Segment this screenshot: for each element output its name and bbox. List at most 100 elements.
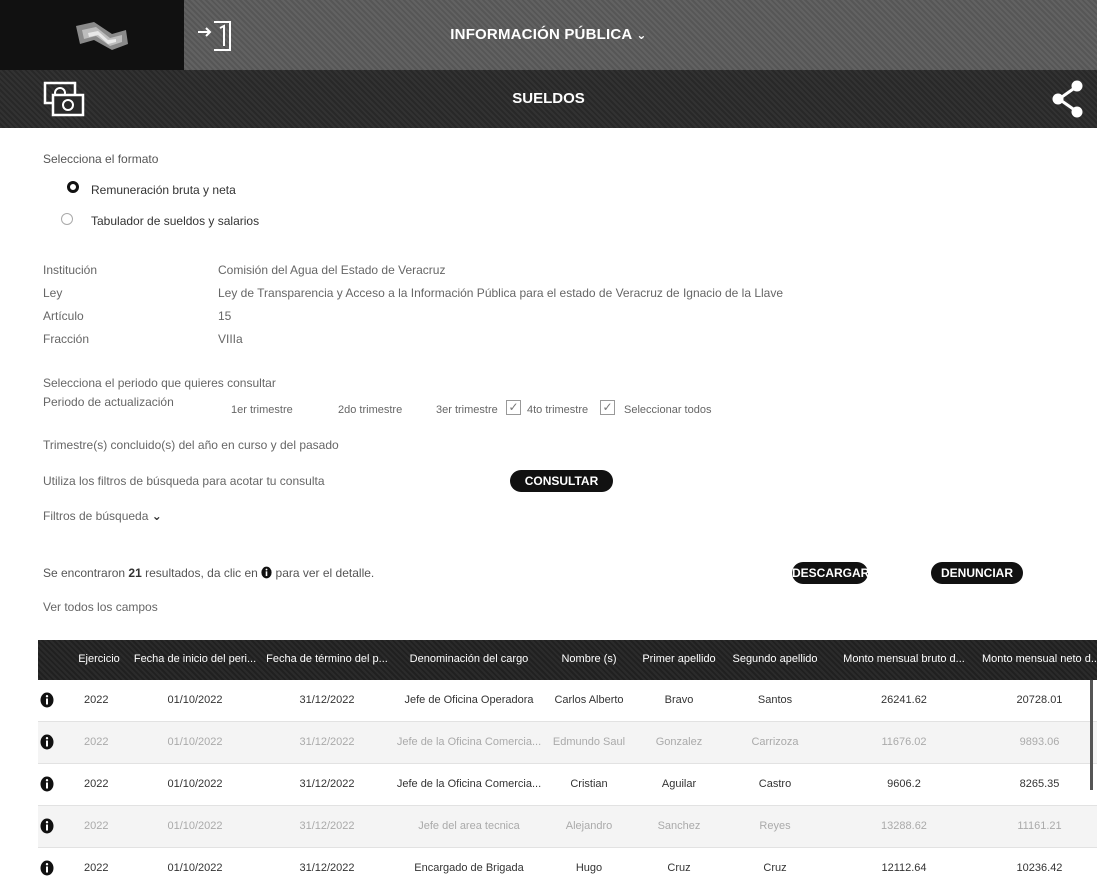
format-option-label[interactable]: Tabulador de sueldos y salarios bbox=[91, 214, 259, 228]
name-cell: Alejandro bbox=[565, 820, 613, 832]
share-icon[interactable] bbox=[1050, 80, 1086, 118]
column-header-start-date[interactable]: Fecha de inicio del peri... bbox=[130, 653, 260, 665]
download-button[interactable]: DESCARGAR bbox=[792, 562, 869, 584]
column-header-name[interactable]: Nombre (s) bbox=[544, 653, 634, 665]
first-surname-cell: Sanchez bbox=[657, 820, 701, 832]
article-label: Artículo bbox=[43, 309, 84, 323]
period-option-q4[interactable]: 4to trimestre bbox=[527, 404, 588, 416]
gross-amount-cell: 26241.62 bbox=[881, 694, 927, 706]
search-filters-label: Filtros de búsqueda bbox=[43, 509, 149, 523]
gross-amount-cell: 9606.2 bbox=[887, 778, 921, 790]
first-surname-cell: Gonzalez bbox=[655, 736, 703, 748]
gross-amount-cell: 13288.62 bbox=[881, 820, 927, 832]
results-suffix: resultados, da clic en bbox=[145, 566, 258, 580]
first-surname-cell: Bravo bbox=[664, 694, 694, 706]
net-amount-cell: 9893.06 bbox=[1019, 736, 1060, 748]
law-label: Ley bbox=[43, 286, 63, 300]
end-date-cell: 31/12/2022 bbox=[299, 736, 355, 748]
results-prefix: Se encontraron bbox=[43, 566, 126, 580]
table-row[interactable]: 2022 01/10/2022 31/12/2022 Jefe del area te… bbox=[38, 806, 1097, 848]
format-radio-gross-net[interactable] bbox=[67, 181, 79, 193]
info-icon[interactable] bbox=[40, 776, 54, 792]
period-label: Periodo de actualización bbox=[43, 395, 174, 409]
info-icon bbox=[261, 566, 272, 579]
column-header-end-date[interactable]: Fecha de término del p... bbox=[262, 653, 392, 665]
net-amount-cell: 11161.21 bbox=[1017, 820, 1062, 832]
table-row[interactable]: 2022 01/10/2022 31/12/2022 Encargado de Bri… bbox=[38, 848, 1097, 887]
gross-amount-cell: 12112.64 bbox=[881, 862, 927, 874]
results-suffix: para ver el detalle. bbox=[275, 566, 375, 580]
law-value: Ley de Transparencia y Acceso a la Infor… bbox=[218, 286, 784, 300]
top-header-bar: INFORMACIÓN PÚBLICA ⌄ bbox=[0, 0, 1097, 70]
position-cell: Jefe de Oficina Operadora bbox=[404, 694, 534, 706]
period-checkbox-q3[interactable]: ✓ bbox=[506, 400, 521, 415]
search-filters-toggle[interactable]: Filtros de búsqueda ⌄ bbox=[43, 509, 162, 523]
public-info-menu[interactable]: INFORMACIÓN PÚBLICA ⌄ bbox=[0, 26, 1097, 43]
net-amount-cell: 10236.42 bbox=[1016, 862, 1063, 874]
report-button[interactable]: DENUNCIAR bbox=[931, 562, 1023, 584]
period-checkbox-q4[interactable]: ✓ bbox=[600, 400, 615, 415]
start-date-cell: 01/10/2022 bbox=[167, 736, 223, 748]
section-title: SUELDOS bbox=[512, 90, 585, 107]
start-date-cell: 01/10/2022 bbox=[167, 862, 223, 874]
institution-value: Comisión del Agua del Estado de Veracruz bbox=[218, 263, 446, 277]
column-header-first-surname[interactable]: Primer apellido bbox=[634, 653, 724, 665]
fraction-label: Fracción bbox=[43, 332, 90, 346]
period-option-q1[interactable]: 1er trimestre bbox=[231, 404, 293, 416]
second-surname-cell: Carrizoza bbox=[751, 736, 799, 748]
position-cell: Jefe de la Oficina Comercia... bbox=[396, 736, 542, 748]
column-header-second-surname[interactable]: Segundo apellido bbox=[724, 653, 826, 665]
info-icon[interactable] bbox=[40, 860, 54, 876]
chevron-down-icon: ⌄ bbox=[151, 509, 162, 523]
second-surname-cell: Castro bbox=[758, 778, 792, 790]
name-cell: Cristian bbox=[570, 778, 608, 790]
results-summary: Se encontraron 21 resultados, da clic en… bbox=[43, 566, 374, 580]
column-header-position[interactable]: Denominación del cargo bbox=[396, 653, 542, 665]
name-cell: Hugo bbox=[575, 862, 603, 874]
end-date-cell: 31/12/2022 bbox=[299, 862, 355, 874]
format-option-label[interactable]: Remuneración bruta y neta bbox=[91, 183, 236, 197]
info-icon[interactable] bbox=[40, 818, 54, 834]
table-row[interactable]: 2022 01/10/2022 31/12/2022 Jefe de la Ofici… bbox=[38, 722, 1097, 764]
first-surname-cell: Aguilar bbox=[661, 778, 697, 790]
table-header: Ejercicio Fecha de inicio del peri... Fe… bbox=[38, 640, 1097, 680]
period-option-q2[interactable]: 2do trimestre bbox=[338, 404, 402, 416]
public-info-menu-label: INFORMACIÓN PÚBLICA bbox=[450, 26, 633, 43]
table-row[interactable]: 2022 01/10/2022 31/12/2022 Jefe de Oficina … bbox=[38, 680, 1097, 722]
format-radio-tabulator[interactable] bbox=[61, 213, 73, 225]
show-all-fields-link[interactable]: Ver todos los campos bbox=[43, 600, 158, 614]
first-surname-cell: Cruz bbox=[667, 862, 691, 874]
name-cell: Carlos Alberto bbox=[554, 694, 624, 706]
institution-label: Institución bbox=[43, 263, 98, 277]
second-surname-cell: Santos bbox=[757, 694, 793, 706]
column-header-net-amount[interactable]: Monto mensual neto d... bbox=[982, 653, 1097, 665]
column-header-year[interactable]: Ejercicio bbox=[68, 653, 130, 665]
end-date-cell: 31/12/2022 bbox=[299, 694, 355, 706]
results-count: 21 bbox=[128, 566, 142, 580]
table-row[interactable]: 2022 01/10/2022 31/12/2022 Jefe de la Ofici… bbox=[38, 764, 1097, 806]
start-date-cell: 01/10/2022 bbox=[167, 778, 223, 790]
second-surname-cell: Reyes bbox=[759, 820, 791, 832]
period-note: Trimestre(s) concluido(s) del año en cur… bbox=[43, 438, 339, 452]
period-option-q3[interactable]: 3er trimestre bbox=[436, 404, 498, 416]
start-date-cell: 01/10/2022 bbox=[167, 694, 223, 706]
chevron-down-icon: ⌄ bbox=[636, 28, 647, 42]
consult-button[interactable]: CONSULTAR bbox=[510, 470, 613, 492]
info-icon[interactable] bbox=[40, 734, 54, 750]
period-prompt: Selecciona el periodo que quieres consul… bbox=[43, 376, 276, 390]
gross-amount-cell: 11676.02 bbox=[881, 736, 927, 748]
article-value: 15 bbox=[218, 309, 232, 323]
position-cell: Jefe del area tecnica bbox=[418, 820, 520, 832]
section-header-bar: SUELDOS bbox=[0, 70, 1097, 128]
table-scrollbar[interactable] bbox=[1090, 680, 1093, 790]
column-header-gross-amount[interactable]: Monto mensual bruto d... bbox=[830, 653, 978, 665]
end-date-cell: 31/12/2022 bbox=[299, 820, 355, 832]
net-amount-cell: 8265.35 bbox=[1019, 778, 1060, 790]
info-icon[interactable] bbox=[40, 692, 54, 708]
period-option-all[interactable]: Seleccionar todos bbox=[624, 404, 711, 416]
net-amount-cell: 20728.01 bbox=[1016, 694, 1063, 706]
name-cell: Edmundo Saul bbox=[552, 736, 626, 748]
position-cell: Encargado de Brigada bbox=[414, 862, 524, 874]
filters-prompt: Utiliza los filtros de búsqueda para aco… bbox=[43, 474, 325, 488]
start-date-cell: 01/10/2022 bbox=[167, 820, 223, 832]
